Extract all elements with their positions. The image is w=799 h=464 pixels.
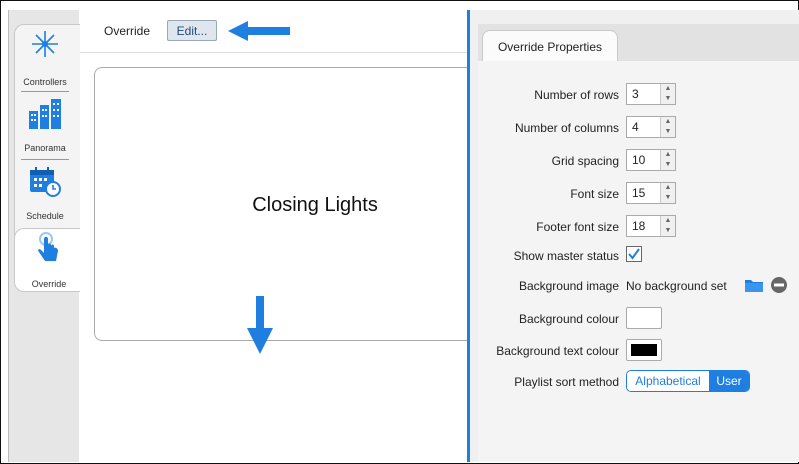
sidebar-item-label: Override bbox=[31, 279, 67, 289]
edit-button[interactable]: Edit... bbox=[167, 20, 217, 41]
override-workspace: Override Edit... Closing Lights bbox=[80, 10, 476, 462]
bgtext-swatch[interactable] bbox=[626, 339, 662, 361]
down-icon[interactable]: ▼ bbox=[661, 160, 675, 170]
cols-row: Number of columns 4 ▲ ▼ bbox=[478, 116, 799, 140]
arrow-left-icon bbox=[228, 21, 290, 41]
footer-value: 18 bbox=[632, 219, 646, 233]
sort-option-user[interactable]: User bbox=[709, 371, 749, 391]
arrow-down-icon bbox=[247, 296, 273, 354]
footer-label: Footer font size bbox=[536, 220, 619, 234]
master-row: Show master status bbox=[478, 244, 799, 268]
stepper-buttons[interactable]: ▲ ▼ bbox=[660, 216, 675, 236]
sparkle-icon bbox=[32, 31, 58, 57]
sidebar-item-label: Panorama bbox=[24, 143, 66, 153]
building-icon bbox=[29, 99, 61, 129]
divider bbox=[21, 91, 69, 92]
footer-row: Footer font size 18 ▲ ▼ bbox=[478, 215, 799, 239]
sidebar-item-label: Schedule bbox=[26, 211, 64, 221]
folder-icon[interactable] bbox=[744, 277, 764, 293]
master-label: Show master status bbox=[513, 249, 619, 263]
down-icon[interactable]: ▼ bbox=[661, 127, 675, 137]
up-icon[interactable]: ▲ bbox=[661, 150, 675, 160]
bgimage-value: No background set bbox=[626, 279, 727, 293]
touch-hand-icon bbox=[38, 232, 58, 261]
rows-value: 3 bbox=[632, 87, 639, 101]
sort-row: Playlist sort method Alphabetical User bbox=[478, 370, 799, 394]
font-label: Font size bbox=[570, 187, 619, 201]
grid-label: Grid spacing bbox=[551, 154, 619, 168]
stepper-buttons[interactable]: ▲ ▼ bbox=[660, 150, 675, 170]
remove-icon[interactable] bbox=[770, 276, 788, 294]
bgimage-row: Background image No background set bbox=[478, 274, 799, 298]
sort-option-alphabetical[interactable]: Alphabetical bbox=[627, 371, 709, 391]
grid-stepper[interactable]: 10 ▲ ▼ bbox=[626, 149, 676, 171]
sidebar-item-label: Controllers bbox=[23, 77, 67, 87]
font-row: Font size 15 ▲ ▼ bbox=[478, 182, 799, 206]
rows-row: Number of rows 3 ▲ ▼ bbox=[478, 83, 799, 107]
bgcol-label: Background colour bbox=[518, 312, 619, 326]
font-stepper[interactable]: 15 ▲ ▼ bbox=[626, 182, 676, 204]
sidebar-item-controllers[interactable]: Controllers bbox=[15, 27, 75, 89]
font-value: 15 bbox=[632, 186, 646, 200]
rows-stepper[interactable]: 3 ▲ ▼ bbox=[626, 83, 676, 105]
bgcol-row: Background colour bbox=[478, 307, 799, 331]
sidebar-item-panorama[interactable]: Panorama bbox=[15, 93, 75, 155]
override-toolbar: Override Edit... bbox=[80, 10, 468, 53]
nav-tabs: Controllers Panorama Schedule Override bbox=[14, 24, 84, 292]
calendar-clock-icon bbox=[30, 167, 61, 197]
down-icon[interactable]: ▼ bbox=[661, 226, 675, 236]
page-title: Override bbox=[104, 24, 151, 38]
sidebar-item-override[interactable]: Override bbox=[14, 228, 83, 292]
rows-label: Number of rows bbox=[534, 88, 619, 102]
grid-row: Grid spacing 10 ▲ ▼ bbox=[478, 149, 799, 173]
grid-value: 10 bbox=[632, 153, 646, 167]
divider bbox=[21, 159, 69, 160]
override-tile[interactable]: Closing Lights bbox=[94, 67, 476, 341]
bgtext-row: Background text colour bbox=[478, 339, 799, 363]
up-icon[interactable]: ▲ bbox=[661, 117, 675, 127]
bgtext-label: Background text colour bbox=[496, 344, 619, 358]
sort-segmented-control[interactable]: Alphabetical User bbox=[626, 370, 750, 392]
sidebar-item-schedule[interactable]: Schedule bbox=[15, 161, 75, 223]
cols-stepper[interactable]: 4 ▲ ▼ bbox=[626, 116, 676, 138]
stepper-buttons[interactable]: ▲ ▼ bbox=[660, 117, 675, 137]
up-icon[interactable]: ▲ bbox=[661, 84, 675, 94]
cols-value: 4 bbox=[632, 120, 639, 134]
sort-label: Playlist sort method bbox=[514, 375, 619, 389]
properties-panel: Override Properties Number of rows 3 ▲ ▼ … bbox=[470, 10, 799, 462]
down-icon[interactable]: ▼ bbox=[661, 193, 675, 203]
master-checkbox[interactable] bbox=[626, 246, 642, 262]
footer-stepper[interactable]: 18 ▲ ▼ bbox=[626, 215, 676, 237]
cols-label: Number of columns bbox=[514, 121, 619, 135]
stepper-buttons[interactable]: ▲ ▼ bbox=[660, 183, 675, 203]
checkmark-icon bbox=[628, 248, 640, 260]
down-icon[interactable]: ▼ bbox=[661, 94, 675, 104]
up-icon[interactable]: ▲ bbox=[661, 216, 675, 226]
sidebar: Controllers Panorama Schedule Override bbox=[8, 10, 84, 462]
stepper-buttons[interactable]: ▲ ▼ bbox=[660, 84, 675, 104]
bgimage-label: Background image bbox=[518, 279, 619, 293]
bgcol-swatch[interactable] bbox=[626, 307, 662, 329]
tab-strip: Override Properties bbox=[478, 24, 799, 62]
tab-override-properties[interactable]: Override Properties bbox=[482, 30, 618, 62]
properties-form: Number of rows 3 ▲ ▼ Number of columns 4 … bbox=[478, 61, 799, 462]
up-icon[interactable]: ▲ bbox=[661, 183, 675, 193]
